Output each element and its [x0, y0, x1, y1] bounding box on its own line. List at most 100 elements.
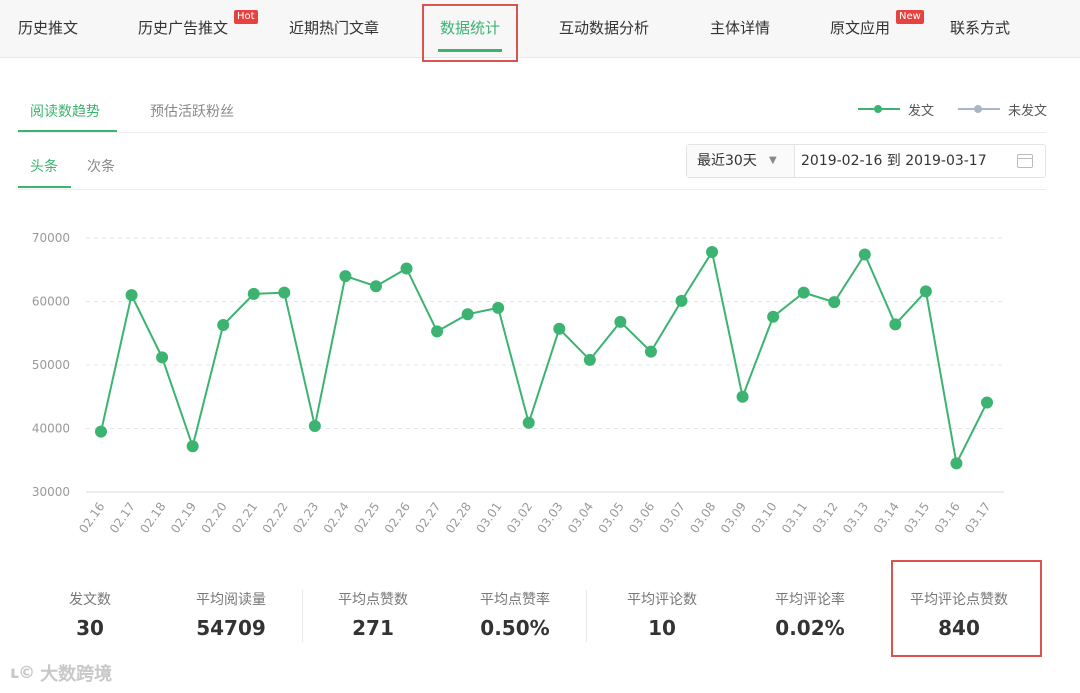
- data-point: [95, 425, 107, 438]
- x-tick-label: 02.16: [76, 500, 107, 536]
- stat-value: 10: [648, 616, 676, 640]
- data-point: [919, 285, 932, 298]
- data-point: [644, 345, 657, 358]
- x-tick-label: 03.17: [962, 500, 993, 536]
- x-tick-label: 02.17: [107, 500, 138, 536]
- x-tick-label: 02.25: [351, 500, 382, 536]
- data-point: [186, 440, 199, 453]
- stat-label: 平均阅读量: [196, 592, 266, 608]
- subtab-headline[interactable]: 头条: [30, 156, 58, 176]
- x-tick-label: 02.24: [321, 500, 352, 536]
- stat-label: 平均评论数: [627, 592, 697, 608]
- x-tick-label: 03.09: [718, 500, 749, 536]
- data-point: [736, 390, 749, 403]
- nav-tab-history-posts[interactable]: 历史推文: [18, 0, 78, 58]
- y-tick-label: 40000: [32, 422, 70, 436]
- x-tick-label: 03.04: [565, 500, 596, 536]
- data-point: [553, 322, 566, 335]
- x-tick-label: 02.21: [229, 500, 260, 536]
- subtab-active-fans[interactable]: 预估活跃粉丝: [150, 101, 234, 121]
- x-tick-label: 02.27: [412, 500, 443, 536]
- highlight-box-nav: [422, 4, 518, 62]
- legend-line: [958, 105, 1000, 113]
- data-point: [339, 270, 352, 283]
- x-tick-label: 03.03: [535, 500, 566, 536]
- data-point: [828, 296, 841, 309]
- data-point: [950, 457, 963, 470]
- legend-item-posted[interactable]: 发文: [858, 100, 935, 119]
- x-tick-label: 03.11: [779, 500, 810, 536]
- x-tick-label: 02.28: [443, 500, 474, 536]
- y-tick-label: 60000: [32, 295, 70, 309]
- x-tick-label: 03.05: [596, 500, 627, 536]
- nav-tab-label: 历史广告推文: [138, 19, 229, 37]
- nav-tab-label: 原文应用: [830, 19, 891, 37]
- watermark: ʟ© 大数跨境: [10, 660, 112, 686]
- x-tick-label: 03.06: [626, 500, 657, 536]
- data-point: [156, 351, 169, 364]
- nav-tab-label: 历史推文: [18, 19, 79, 37]
- nav-tab-original-app[interactable]: 原文应用 New: [830, 0, 924, 58]
- nav-tab-label: 互动数据分析: [559, 19, 650, 37]
- data-point: [461, 308, 474, 321]
- data-point: [247, 287, 260, 300]
- nav-tab-history-ad-posts[interactable]: 历史广告推文 Hot: [138, 0, 258, 58]
- date-range-input[interactable]: 2019-02-16 到 2019-03-17: [801, 145, 987, 177]
- legend-item-not-posted[interactable]: 未发文: [958, 100, 1047, 119]
- data-point: [278, 286, 291, 299]
- range-select[interactable]: 最近30天 ▼: [687, 145, 795, 177]
- x-tick-label: 02.20: [198, 500, 229, 536]
- stat-label: 平均评论率: [775, 592, 845, 608]
- data-point: [889, 318, 902, 331]
- top-nav: 历史推文 历史广告推文 Hot 近期热门文章 数据统计 互动数据分析 主体详情 原…: [0, 0, 1080, 58]
- subtab-secondary[interactable]: 次条: [87, 156, 115, 176]
- read-trend-chart: 30000 40000 50000 60000 70000 02.16 02.17 02.18…: [32, 231, 1004, 536]
- data-point: [981, 396, 993, 409]
- nav-tab-label: 主体详情: [710, 19, 771, 37]
- data-point: [614, 315, 627, 328]
- y-tick-label: 50000: [32, 358, 70, 372]
- nav-tab-interaction-analysis[interactable]: 互动数据分析: [559, 0, 649, 58]
- data-point: [858, 248, 871, 261]
- stat-value: 0.02%: [775, 616, 845, 640]
- x-tick-label: 03.08: [687, 500, 718, 536]
- stat-label: 发文数: [69, 592, 111, 608]
- x-tick-label: 03.13: [840, 500, 871, 536]
- stat-value: 0.50%: [480, 616, 550, 640]
- stat-value: 54709: [196, 616, 266, 640]
- subtab-read-trend[interactable]: 阅读数趋势: [30, 101, 100, 121]
- x-tick-label: 03.10: [748, 500, 779, 536]
- stat-avg-likes: 平均点赞数 271: [303, 590, 443, 640]
- data-point: [400, 262, 413, 275]
- data-point: [125, 289, 138, 302]
- watermark-logo-icon: ʟ©: [10, 663, 35, 683]
- stat-avg-comment-rate: 平均评论率 0.02%: [740, 590, 880, 640]
- legend-label: 发文: [908, 103, 935, 119]
- x-tick-label: 02.18: [137, 500, 168, 536]
- data-point: [706, 245, 719, 258]
- y-tick-label: 30000: [32, 485, 70, 499]
- nav-tab-entity-details[interactable]: 主体详情: [710, 0, 770, 58]
- hot-badge: Hot: [234, 10, 258, 24]
- calendar-icon[interactable]: [1017, 154, 1033, 168]
- nav-tab-label: 联系方式: [950, 19, 1011, 37]
- data-point: [797, 286, 810, 299]
- highlight-box-stat: [891, 560, 1042, 657]
- stat-avg-comments: 平均评论数 10: [592, 590, 732, 640]
- nav-tab-hot-articles[interactable]: 近期热门文章: [289, 0, 379, 58]
- stat-label: 平均点赞数: [338, 592, 408, 608]
- nav-tab-contact[interactable]: 联系方式: [950, 0, 1010, 58]
- date-range-picker: 最近30天 ▼ 2019-02-16 到 2019-03-17: [686, 144, 1046, 178]
- x-tick-label: 03.14: [871, 500, 902, 536]
- data-point: [767, 310, 780, 323]
- range-select-value: 最近30天: [697, 153, 757, 169]
- data-point: [308, 419, 321, 432]
- x-tick-label: 02.22: [260, 500, 291, 536]
- x-tick-label: 03.02: [504, 500, 535, 536]
- subtab-underline: [18, 186, 71, 188]
- stat-value: 271: [352, 616, 394, 640]
- stat-divider: [586, 590, 587, 642]
- y-tick-label: 70000: [32, 231, 70, 245]
- x-tick-label: 02.19: [168, 500, 199, 536]
- data-point: [583, 353, 596, 366]
